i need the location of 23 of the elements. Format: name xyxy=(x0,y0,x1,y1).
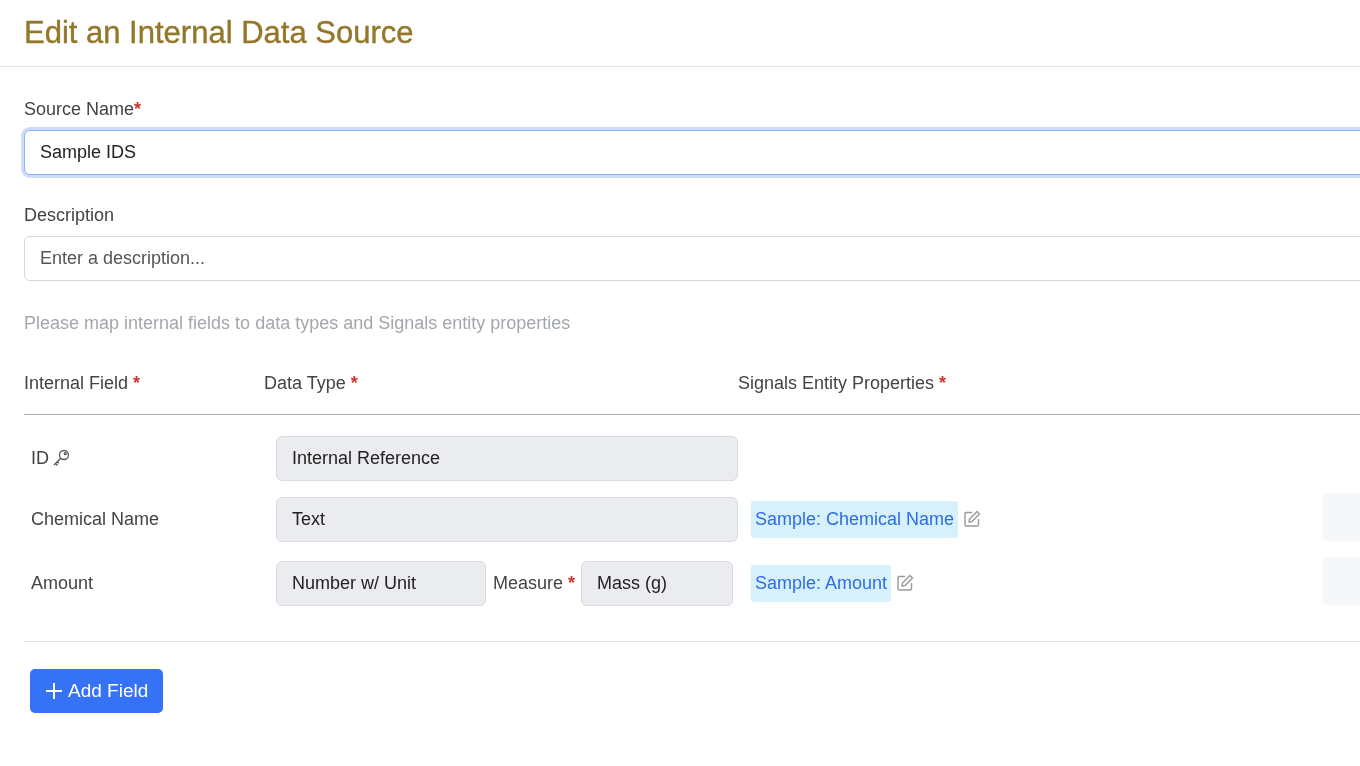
measure-select[interactable]: Mass (g) xyxy=(581,560,734,606)
data-type-select[interactable]: Internal Reference xyxy=(276,435,738,481)
source-name-field[interactable]: Sample IDS xyxy=(24,130,1360,175)
entity-property-tag[interactable]: Sample: Chemical Name xyxy=(751,500,959,538)
data-type-select[interactable]: Text xyxy=(276,496,738,542)
data-type-select[interactable]: Number w/ Unit xyxy=(276,560,486,606)
plus-icon xyxy=(44,681,64,701)
field-label: Source Name* xyxy=(24,99,143,120)
field-name: Amount xyxy=(31,572,94,594)
add-field-button[interactable]: Add Field xyxy=(30,669,164,713)
edit-icon[interactable] xyxy=(895,573,916,593)
hint-text: Please map internal fields to data types and Signals entity properties xyxy=(24,313,572,334)
column-header: Data Type * xyxy=(264,372,359,394)
page-title: Edit an Internal Data Source xyxy=(24,15,414,51)
field-name: Chemical Name xyxy=(31,508,160,530)
field-label: Description xyxy=(24,205,116,226)
column-header: Internal Field * xyxy=(24,372,142,394)
description-field[interactable]: Enter a description... xyxy=(24,236,1360,281)
entity-property-tag[interactable]: Sample: Amount xyxy=(751,564,892,602)
measure-label: Measure * xyxy=(493,572,576,594)
field-name: ID xyxy=(31,447,49,469)
column-header: Signals Entity Properties * xyxy=(738,372,947,394)
edit-icon[interactable] xyxy=(962,509,983,529)
